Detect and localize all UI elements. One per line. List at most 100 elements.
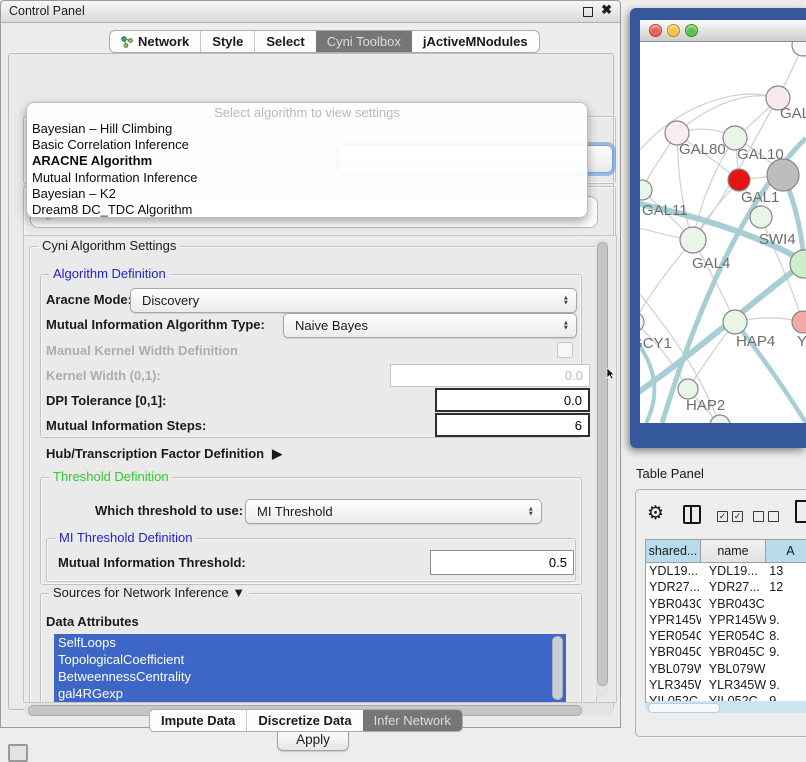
attributes-list-scrollbar[interactable] <box>552 636 563 700</box>
network-node-hap2[interactable] <box>678 379 698 399</box>
table-row[interactable]: YPR145WYPR145W9. <box>646 612 806 628</box>
kernel-width-field[interactable] <box>390 364 590 387</box>
table-cell: YPR145W <box>701 612 766 628</box>
table-cell: YDR27... <box>701 579 766 595</box>
table-row[interactable]: YDL19...YDL19...13 <box>646 563 806 579</box>
network-node-label: Y <box>797 333 806 350</box>
bottom-tab-infer-network[interactable]: Infer Network <box>363 710 462 731</box>
tab-label: jActiveMNodules <box>423 34 528 49</box>
table-body: YDL19...YDL19...13YDR27...YDR27...12YBR0… <box>646 563 806 702</box>
zoom-traffic-light[interactable] <box>685 24 698 37</box>
which-threshold-value: MI Threshold <box>257 504 333 519</box>
network-canvas[interactable]: GALGAL80GAL10GAL1GAL11SWI4GAL4HAP4YGCY1H… <box>640 42 806 423</box>
algorithm-popup-item[interactable]: Bayesian – Hill Climbing <box>27 121 587 137</box>
checked-box-icon: ✓ <box>732 511 743 522</box>
cyni-settings-group-title: Cyni Algorithm Settings <box>38 239 180 253</box>
network-node-gal11[interactable] <box>640 180 652 200</box>
expanded-arrow-icon[interactable]: ▼ <box>232 585 245 600</box>
close-icon[interactable]: ✖ <box>601 2 612 18</box>
dock-panel-icon[interactable] <box>8 744 28 762</box>
table-cell: YLR345W <box>646 677 701 693</box>
table-row[interactable]: YDR27...YDR27...12 <box>646 579 806 595</box>
table-horizontal-scrollbar-thumb[interactable] <box>648 703 720 713</box>
manual-kernel-checkbox[interactable] <box>557 342 573 358</box>
algorithm-definition-title: Algorithm Definition <box>49 267 170 281</box>
network-node-swi4[interactable] <box>750 206 772 228</box>
table-cell <box>766 596 806 612</box>
table-column-header-shared[interactable]: shared... <box>646 540 701 563</box>
table-row[interactable]: YBR045CYBR045C9. <box>646 644 806 660</box>
table-cell: YLR345W <box>701 677 766 693</box>
deselect-all-checks-icon[interactable] <box>753 511 779 522</box>
network-node-salmon[interactable] <box>792 311 806 333</box>
data-attribute-item[interactable]: BetweennessCentrality <box>54 668 566 685</box>
stepper-arrows-icon: ▲▼ <box>563 320 569 331</box>
algorithm-popup-item[interactable]: Bayesian – K2 <box>27 186 587 202</box>
network-node-label: GAL4 <box>692 255 730 272</box>
stepper-arrows-icon: ▲▼ <box>563 295 569 306</box>
table-row[interactable]: YLR345WYLR345W9. <box>646 677 806 693</box>
tab-style[interactable]: Style <box>200 31 254 52</box>
bottom-tab-bar: Impute DataDiscretize DataInfer Network <box>149 709 463 732</box>
mi-threshold-group-title: MI Threshold Definition <box>55 531 196 545</box>
mi-steps-field[interactable] <box>435 413 590 437</box>
table-panel-title: Table Panel <box>636 466 704 481</box>
float-window-icon[interactable] <box>583 7 593 17</box>
aracne-mode-value: Discovery <box>142 293 199 308</box>
table-cell: YER054C <box>646 628 701 644</box>
gear-icon[interactable]: ⚙ <box>647 502 664 525</box>
select-all-checks-icon[interactable]: ✓ ✓ <box>717 511 743 522</box>
table-panel-card: ⚙ ✓ ✓ shared...nameA YDL19...YDL19...13Y… <box>635 489 806 737</box>
settings-scrollpane: Cyni Algorithm Settings Algorithm Defini… <box>23 235 617 703</box>
which-threshold-label: Which threshold to use: <box>95 503 243 518</box>
algorithm-popup-item[interactable]: Basic Correlation Inference <box>27 137 587 153</box>
mi-type-combo[interactable]: Naive Bayes ▲▼ <box>283 313 577 338</box>
table-row[interactable]: YER054CYER054C8. <box>646 628 806 644</box>
network-edge[interactable] <box>677 96 778 133</box>
settings-vertical-scrollbar-thumb[interactable] <box>597 242 608 686</box>
mi-threshold-field[interactable] <box>430 550 574 575</box>
dpi-tolerance-field[interactable] <box>435 388 590 412</box>
bottom-tab-impute-data[interactable]: Impute Data <box>150 710 246 731</box>
network-node-label: GAL1 <box>741 189 779 206</box>
network-node-top-partial[interactable] <box>792 42 806 56</box>
table-column-header-a[interactable]: A <box>766 540 806 563</box>
algorithm-popup-item[interactable]: ARACNE Algorithm <box>27 153 587 169</box>
data-attribute-item[interactable]: SelfLoops <box>54 634 566 651</box>
table-row[interactable]: YBR043CYBR043C <box>646 596 806 612</box>
document-icon[interactable] <box>795 500 806 523</box>
collapsed-arrow-icon: ▶ <box>272 446 282 462</box>
table-cell: 9. <box>766 612 806 628</box>
table-column-header-name[interactable]: name <box>701 540 766 563</box>
minimize-traffic-light[interactable] <box>667 24 680 37</box>
tab-network[interactable]: Network <box>110 31 200 52</box>
tab-cyni-toolbox[interactable]: Cyni Toolbox <box>316 31 412 52</box>
data-attribute-item[interactable]: gal4RGexp <box>54 685 566 702</box>
close-traffic-light[interactable] <box>649 24 662 37</box>
tab-select[interactable]: Select <box>254 31 315 52</box>
network-node-label: GAL10 <box>737 146 784 163</box>
network-node-label: GAL11 <box>642 202 688 219</box>
mouse-cursor <box>606 368 616 380</box>
data-attribute-item[interactable]: TopologicalCoefficient <box>54 651 566 668</box>
table-horizontal-scrollbar[interactable] <box>645 701 806 713</box>
network-node-gal4[interactable] <box>680 227 706 253</box>
network-node-hap4[interactable] <box>723 310 747 334</box>
which-threshold-combo[interactable]: MI Threshold ▲▼ <box>245 499 542 524</box>
aracne-mode-combo[interactable]: Discovery ▲▼ <box>130 288 577 313</box>
tab-jactivemnodules[interactable]: jActiveMNodules <box>412 31 539 52</box>
hub-section-toggle[interactable]: Hub/Transcription Factor Definition ▶ <box>46 446 282 462</box>
columns-icon[interactable] <box>683 505 701 524</box>
network-node-gal1[interactable] <box>728 169 750 191</box>
hub-section-label: Hub/Transcription Factor Definition <box>46 446 264 461</box>
network-node-gray-node[interactable] <box>767 159 799 191</box>
algorithm-popup-item[interactable]: Dream8 DC_TDC Algorithm <box>27 202 587 218</box>
table-cell: 9. <box>766 677 806 693</box>
algorithm-popup-placeholder: Select algorithm to view settings <box>27 103 587 121</box>
network-edge[interactable] <box>640 240 693 322</box>
settings-vertical-scrollbar[interactable] <box>595 239 608 697</box>
sources-group-title: Sources for Network Inference ▼ <box>49 586 249 600</box>
bottom-tab-discretize-data[interactable]: Discretize Data <box>246 710 362 731</box>
table-row[interactable]: YBL079WYBL079W <box>646 661 806 677</box>
algorithm-popup-item[interactable]: Mutual Information Inference <box>27 170 587 186</box>
